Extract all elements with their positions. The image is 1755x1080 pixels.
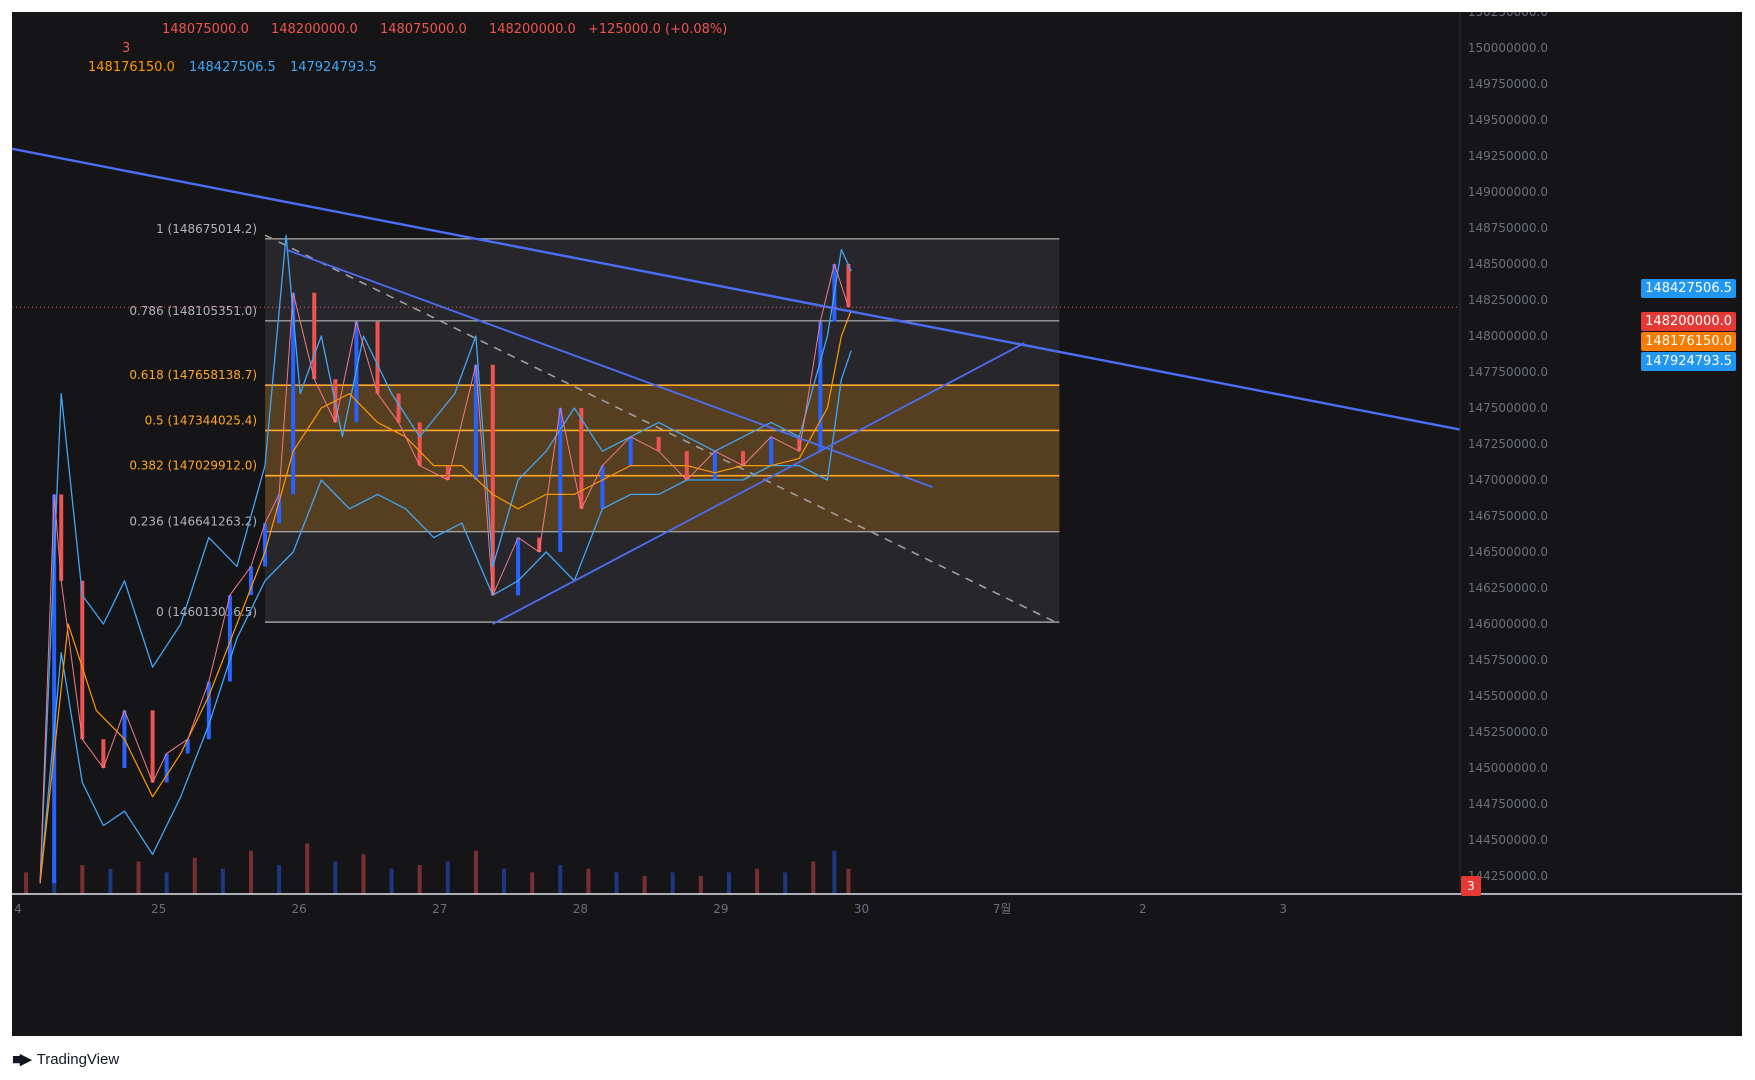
price-tick-label: 145750000.0 [1468, 653, 1548, 667]
fib-golden-zone [265, 385, 1060, 532]
last-price-tag: 148200000.0 [1641, 312, 1736, 331]
lower-band-price-tag: 147924793.5 [1641, 352, 1736, 371]
price-tick-label: 149750000.0 [1468, 77, 1548, 91]
upper-band-price-tag: 148427506.5 [1641, 279, 1736, 298]
price-tick-label: 149000000.0 [1468, 185, 1548, 199]
volume-bar [445, 861, 450, 894]
fib-label-0.618: 0.618 (147658138.7) [129, 368, 257, 382]
time-tick-label: 7월 [993, 902, 1012, 916]
event-badge[interactable]: 3 [1461, 876, 1481, 896]
legend-band-upper: 148427506.5 [188, 60, 276, 75]
brand-name: TradingView [36, 1050, 120, 1068]
price-tick-label: 145500000.0 [1468, 689, 1548, 703]
volume-bar [80, 865, 85, 894]
legend-high: 148200000.0 [270, 22, 358, 37]
volume-bar [586, 868, 591, 894]
price-tick-label: 149250000.0 [1468, 149, 1548, 163]
legend-close: 148200000.0 [488, 22, 576, 37]
time-tick-label: 3 [1279, 902, 1287, 916]
volume-bar [473, 850, 478, 894]
study-count: 3 [122, 41, 131, 56]
volume-bar [502, 868, 507, 894]
volume-bar [220, 868, 225, 894]
legend-open: 148075000.0 [162, 22, 249, 37]
volume-bar [783, 872, 788, 894]
time-tick-label: 27 [432, 902, 447, 916]
volume-bar [670, 872, 675, 894]
middle-band-price-tag: 148176150.0 [1641, 332, 1736, 351]
price-tick-label: 147250000.0 [1468, 437, 1548, 451]
price-tick-label: 144750000.0 [1468, 797, 1548, 811]
price-tick-label: 146500000.0 [1468, 545, 1548, 559]
chart-canvas[interactable]: 1 (148675014.2) 0.786 (148105351.0) 0.618 … [12, 12, 1742, 1036]
price-tick-label: 147000000.0 [1468, 473, 1548, 487]
price-tick-label: 144500000.0 [1468, 833, 1548, 847]
time-tick-label: 28 [573, 902, 588, 916]
legend-band-middle: 148176150.0 [88, 60, 175, 75]
volume-bar [305, 843, 310, 894]
volume-bar [108, 868, 113, 894]
volume-bar [811, 861, 816, 894]
price-tick-label: 146750000.0 [1468, 509, 1548, 523]
volume-bar [832, 850, 837, 894]
price-tick-label: 147750000.0 [1468, 365, 1548, 379]
volume-bar [333, 861, 338, 894]
fib-label-0.382: 0.382 (147029912.0) [129, 459, 257, 473]
volume-bar [164, 872, 169, 894]
volume-bar [192, 857, 197, 894]
price-tick-label: 145000000.0 [1468, 761, 1548, 775]
tradingview-logo-icon: ■▶ [12, 1051, 32, 1068]
time-tick-label: 26 [292, 902, 307, 916]
price-tick-label: 149500000.0 [1468, 113, 1548, 127]
legend-low: 148075000.0 [379, 22, 467, 37]
volume-bar [361, 854, 366, 894]
time-tick-label: 25 [151, 902, 166, 916]
fib-label-0.786: 0.786 (148105351.0) [129, 304, 257, 318]
fib-label-1: 1 (148675014.2) [156, 222, 257, 236]
time-tick-label: 29 [713, 902, 728, 916]
volume-bar [614, 872, 619, 894]
volume-bar [530, 872, 535, 894]
volume-bar [24, 872, 29, 894]
time-tick-label: 4 [14, 902, 22, 916]
bands-legend: 148176150.0 148427506.5 147924793.5 [88, 60, 395, 75]
legend-change: +125000.0 (+0.08%) [587, 22, 728, 37]
volume-bar [698, 875, 703, 894]
price-tick-label: 145250000.0 [1468, 725, 1548, 739]
price-tick-label: 150250000.0 [1468, 12, 1548, 19]
fib-label-0.5: 0.5 (147344025.4) [145, 413, 257, 427]
price-tick-label: 148750000.0 [1468, 221, 1548, 235]
volume-bar [136, 861, 141, 894]
tradingview-brand[interactable]: ■▶ TradingView [12, 1046, 119, 1072]
volume-bar [277, 865, 282, 894]
chart-frame[interactable]: 1 (148675014.2) 0.786 (148105351.0) 0.618 … [12, 12, 1742, 1036]
price-tick-label: 150000000.0 [1468, 41, 1548, 55]
volume-bar [846, 868, 851, 894]
volume-bar [642, 875, 647, 894]
price-tick-label: 147500000.0 [1468, 401, 1548, 415]
price-tick-label: 148500000.0 [1468, 257, 1548, 271]
price-tick-label: 146000000.0 [1468, 617, 1548, 631]
volume-bar [417, 865, 422, 894]
legend-band-lower: 147924793.5 [289, 60, 377, 75]
time-tick-label: 2 [1139, 902, 1147, 916]
volume-bar [755, 868, 760, 894]
time-tick-label: 30 [854, 902, 869, 916]
price-tick-label: 148000000.0 [1468, 329, 1548, 343]
study-label: 3 [122, 41, 148, 56]
ohlc-legend: 148075000.0 148200000.0 148075000.0 1482… [162, 22, 745, 37]
volume-bar [726, 872, 731, 894]
price-tick-label: 146250000.0 [1468, 581, 1548, 595]
volume-bar [248, 850, 253, 894]
fib-label-0.236: 0.236 (146641263.2) [129, 515, 257, 529]
price-tick-label: 148250000.0 [1468, 293, 1548, 307]
volume-bar [389, 868, 394, 894]
volume-bar [558, 865, 563, 894]
